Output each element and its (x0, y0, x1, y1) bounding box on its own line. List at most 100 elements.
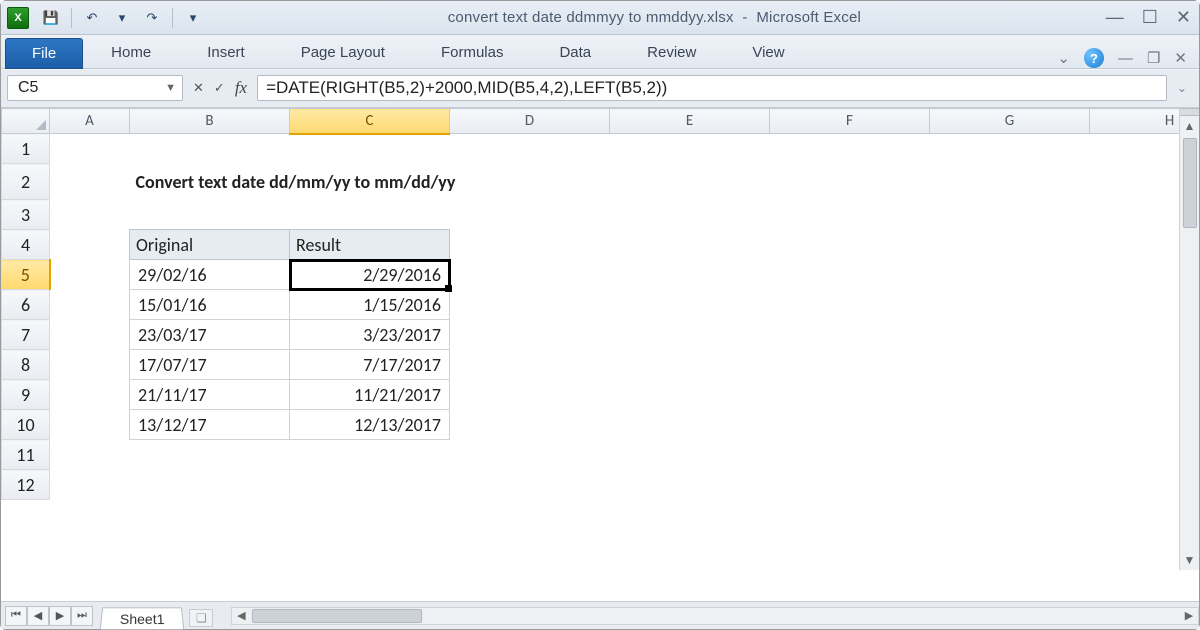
tab-review[interactable]: Review (619, 38, 724, 68)
nav-first-icon[interactable]: ⏮ (5, 606, 27, 626)
cell[interactable] (450, 290, 1200, 320)
name-box[interactable]: C5 ▼ (7, 75, 183, 101)
cell-original[interactable]: 15/01/16 (130, 290, 290, 320)
row-header[interactable]: 4 (2, 230, 50, 260)
qat-customize-icon[interactable]: ▾ (183, 8, 203, 28)
cell-original[interactable]: 17/07/17 (130, 350, 290, 380)
close-icon[interactable]: ✕ (1176, 7, 1191, 28)
save-icon[interactable]: 💾 (41, 8, 61, 28)
cell[interactable] (450, 350, 1200, 380)
cell[interactable] (450, 320, 1200, 350)
cell[interactable] (50, 164, 130, 200)
row-header[interactable]: 11 (2, 440, 50, 470)
vertical-scrollbar[interactable]: ▲ ▼ (1179, 108, 1199, 570)
col-header-b[interactable]: B (130, 109, 290, 134)
file-tab[interactable]: File (5, 38, 83, 69)
formula-input[interactable]: =DATE(RIGHT(B5,2)+2000,MID(B5,4,2),LEFT(… (257, 75, 1167, 101)
undo-icon[interactable]: ↶ (82, 8, 102, 28)
tab-page-layout[interactable]: Page Layout (273, 38, 413, 68)
row-header[interactable]: 8 (2, 350, 50, 380)
cell-original[interactable]: 21/11/17 (130, 380, 290, 410)
cell[interactable] (450, 410, 1200, 440)
nav-prev-icon[interactable]: ◀ (27, 606, 49, 626)
workbook-minimize-icon[interactable]: — (1118, 50, 1133, 67)
col-header-c[interactable]: C (290, 109, 450, 134)
sheet-title[interactable]: Convert text date dd/mm/yy to mm/dd/yy (130, 164, 930, 200)
hscroll-thumb[interactable] (252, 609, 422, 623)
worksheet[interactable]: A B C D E F G H 1 2 Convert text date dd… (1, 108, 1199, 500)
scroll-thumb[interactable] (1183, 138, 1197, 228)
cell[interactable] (50, 350, 130, 380)
cell-result[interactable]: 12/13/2017 (290, 410, 450, 440)
cell[interactable] (450, 260, 1200, 290)
fx-icon[interactable]: fx (235, 78, 247, 98)
sheet-tab[interactable]: Sheet1 (100, 607, 185, 629)
col-header-g[interactable]: G (930, 109, 1090, 134)
row-header[interactable]: 5 (2, 260, 50, 290)
cell[interactable] (50, 260, 130, 290)
nav-next-icon[interactable]: ▶ (49, 606, 71, 626)
col-header-a[interactable]: A (50, 109, 130, 134)
tab-home[interactable]: Home (83, 38, 179, 68)
scroll-down-icon[interactable]: ▼ (1180, 550, 1199, 570)
workbook-restore-icon[interactable]: ❐ (1147, 49, 1160, 67)
row-header[interactable]: 6 (2, 290, 50, 320)
cell-result-selected[interactable]: 2/29/2016 (290, 260, 450, 290)
scroll-right-icon[interactable]: ▶ (1180, 609, 1198, 622)
col-header-f[interactable]: F (770, 109, 930, 134)
cell[interactable] (50, 134, 1200, 164)
cell[interactable] (930, 164, 1200, 200)
cell-result[interactable]: 3/23/2017 (290, 320, 450, 350)
row-header[interactable]: 7 (2, 320, 50, 350)
cell-result[interactable]: 1/15/2016 (290, 290, 450, 320)
split-handle[interactable] (1180, 108, 1199, 116)
cell-result[interactable]: 11/21/2017 (290, 380, 450, 410)
minimize-icon[interactable]: — (1106, 7, 1124, 28)
cell[interactable] (50, 380, 130, 410)
horizontal-scrollbar[interactable]: ◀ ▶ (231, 607, 1199, 625)
row-header[interactable]: 1 (2, 134, 50, 164)
accept-formula-icon[interactable]: ✓ (214, 80, 225, 96)
scroll-up-icon[interactable]: ▲ (1180, 116, 1199, 136)
cancel-formula-icon[interactable]: ✕ (193, 80, 204, 96)
workbook-close-icon[interactable]: ✕ (1174, 49, 1187, 67)
tab-view[interactable]: View (724, 38, 812, 68)
new-sheet-icon[interactable]: ❏ (189, 609, 213, 627)
formula-expand-icon[interactable]: ⌄ (1173, 81, 1191, 95)
row-header[interactable]: 10 (2, 410, 50, 440)
table-header-original[interactable]: Original (130, 230, 290, 260)
cell-original[interactable]: 29/02/16 (130, 260, 290, 290)
cell[interactable] (50, 410, 130, 440)
row-header[interactable]: 12 (2, 470, 50, 500)
row-header[interactable]: 2 (2, 164, 50, 200)
undo-dropdown-icon[interactable]: ▾ (112, 8, 132, 28)
maximize-icon[interactable]: ☐ (1142, 7, 1158, 28)
cell-original[interactable]: 13/12/17 (130, 410, 290, 440)
cell[interactable] (50, 440, 1200, 470)
help-icon[interactable]: ? (1084, 48, 1104, 68)
col-header-d[interactable]: D (450, 109, 610, 134)
scroll-left-icon[interactable]: ◀ (232, 609, 250, 622)
cell[interactable] (450, 380, 1200, 410)
name-box-value: C5 (18, 79, 38, 97)
cell-result[interactable]: 7/17/2017 (290, 350, 450, 380)
row-header[interactable]: 9 (2, 380, 50, 410)
cell-original[interactable]: 23/03/17 (130, 320, 290, 350)
table-header-result[interactable]: Result (290, 230, 450, 260)
cell[interactable] (50, 470, 1200, 500)
cell[interactable] (50, 200, 1200, 230)
redo-icon[interactable]: ↷ (142, 8, 162, 28)
ribbon-minimize-icon[interactable]: ⌄ (1057, 49, 1070, 67)
tab-data[interactable]: Data (531, 38, 619, 68)
select-all[interactable] (2, 109, 50, 134)
row-header[interactable]: 3 (2, 200, 50, 230)
tab-formulas[interactable]: Formulas (413, 38, 532, 68)
cell[interactable] (50, 230, 130, 260)
cell[interactable] (50, 320, 130, 350)
nav-last-icon[interactable]: ⏭ (71, 606, 93, 626)
name-box-dropdown-icon[interactable]: ▼ (165, 82, 176, 94)
col-header-e[interactable]: E (610, 109, 770, 134)
cell[interactable] (450, 230, 1200, 260)
cell[interactable] (50, 290, 130, 320)
tab-insert[interactable]: Insert (179, 38, 273, 68)
